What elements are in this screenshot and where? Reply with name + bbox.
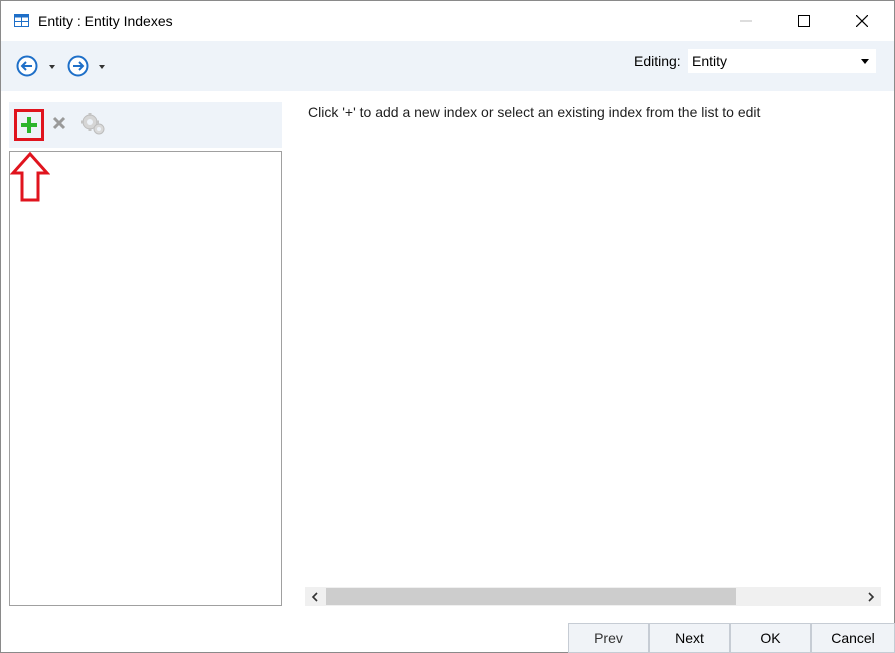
- hint-text: Click '+' to add a new index or select a…: [308, 104, 761, 120]
- ok-button[interactable]: OK: [730, 623, 811, 653]
- add-index-button[interactable]: [14, 109, 44, 141]
- scroll-right-button[interactable]: [861, 587, 881, 606]
- maximize-button[interactable]: [775, 1, 833, 41]
- prev-button[interactable]: Prev: [568, 623, 649, 653]
- dialog-window: Entity : Entity Indexes Editing: Entity: [0, 0, 895, 653]
- index-list-toolbar: [9, 102, 282, 148]
- maximize-icon: [798, 15, 810, 27]
- arrow-up-icon: [10, 151, 50, 202]
- window-title: Entity : Entity Indexes: [38, 13, 173, 29]
- table-icon: [14, 14, 29, 27]
- minimize-button[interactable]: [717, 1, 775, 41]
- index-list[interactable]: [9, 151, 282, 606]
- scroll-left-button[interactable]: [305, 587, 325, 606]
- chevron-right-icon: [868, 591, 875, 602]
- plus-icon: [21, 117, 37, 133]
- back-history-dropdown[interactable]: [48, 64, 56, 70]
- editing-select[interactable]: Entity: [688, 49, 876, 73]
- chevron-down-icon: [861, 59, 869, 64]
- back-button[interactable]: [16, 55, 38, 77]
- editing-select-value: Entity: [692, 53, 728, 69]
- forward-button[interactable]: [67, 55, 89, 77]
- editing-label: Editing:: [634, 53, 681, 69]
- title-bar: Entity : Entity Indexes: [1, 1, 894, 41]
- horizontal-scrollbar[interactable]: [305, 587, 881, 606]
- gear-icon[interactable]: [80, 112, 106, 136]
- close-icon: [856, 15, 868, 27]
- navigation-toolbar: Editing: Entity: [1, 41, 894, 91]
- delete-index-button[interactable]: [52, 116, 66, 130]
- scroll-thumb[interactable]: [326, 588, 736, 605]
- close-button[interactable]: [833, 1, 891, 41]
- minimize-icon: [740, 20, 752, 22]
- forward-history-dropdown[interactable]: [98, 64, 106, 70]
- cancel-button[interactable]: Cancel: [811, 623, 895, 653]
- next-button[interactable]: Next: [649, 623, 730, 653]
- chevron-left-icon: [311, 591, 318, 602]
